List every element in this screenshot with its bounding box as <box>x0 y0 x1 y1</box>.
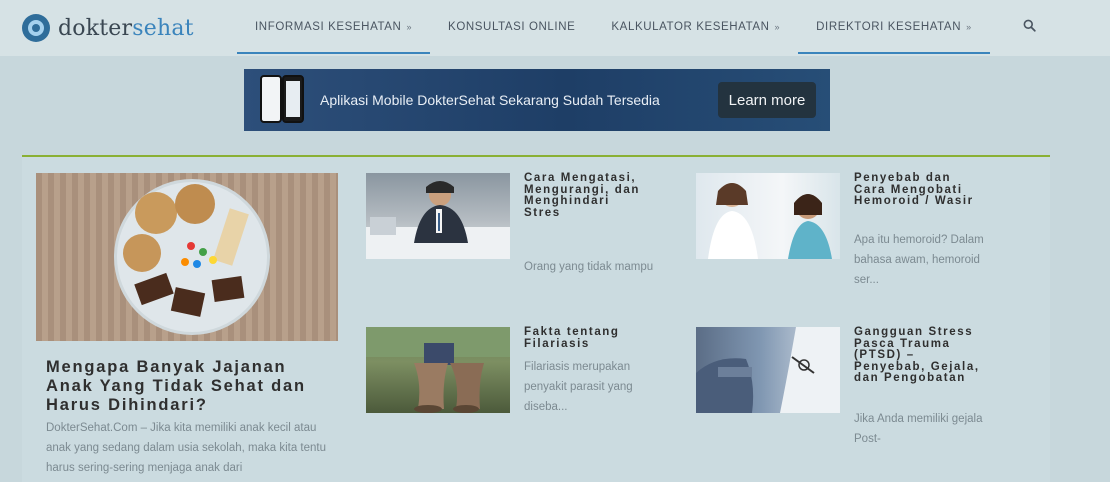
candy <box>209 256 217 264</box>
nav-konsultasi-online[interactable]: KONSULTASI ONLINE <box>430 0 593 54</box>
article-title-ptsd[interactable]: Gangguan Stress Pasca Trauma (PTSD) – Pe… <box>854 326 986 385</box>
nav-kalkulator-kesehatan[interactable]: KALKULATOR KESEHATAN » <box>593 0 798 54</box>
featured-article-image[interactable] <box>36 173 338 341</box>
candy <box>181 258 189 266</box>
article-excerpt-hemoroid: Apa itu hemoroid? Dalam bahasa awam, hem… <box>854 234 984 286</box>
swollen-legs-illustration <box>366 327 510 413</box>
article-excerpt-stres: Orang yang tidak mampu <box>524 261 654 273</box>
search-icon <box>1023 19 1036 32</box>
article-title-filariasis[interactable]: Fakta tentang Filariasis <box>524 326 644 350</box>
article-excerpt-filariasis: Filariasis merupakan penyakit parasit ya… <box>524 361 633 413</box>
article-image-stres[interactable] <box>366 173 510 259</box>
featured-article-excerpt: DokterSehat.Com – Jika kita memiliki ana… <box>46 422 327 474</box>
chocolate-piece <box>211 276 245 302</box>
mobile-app-banner[interactable]: Aplikasi Mobile DokterSehat Sekarang Sud… <box>244 69 830 131</box>
top-navigation-bar: doktersehat INFORMASI KESEHATAN » KONSUL… <box>0 0 1110 56</box>
article-image-ptsd[interactable] <box>696 327 840 413</box>
brand-name-part2: sehat <box>132 15 194 41</box>
article-image-hemoroid[interactable] <box>696 173 840 259</box>
phone-screen-1 <box>260 75 282 123</box>
banner-text: Aplikasi Mobile DokterSehat Sekarang Sud… <box>320 92 660 108</box>
search-button[interactable] <box>1020 16 1038 34</box>
article-title-stres[interactable]: Cara Mengatasi, Mengurangi, dan Menghind… <box>524 172 644 219</box>
candy <box>199 248 207 256</box>
articles-section: Mengapa Banyak Jajanan Anak Yang Tidak S… <box>22 155 1050 482</box>
snack-plate <box>114 179 270 335</box>
article-excerpt-ptsd: Jika Anda memiliki gejala Post- <box>854 413 983 445</box>
main-nav: INFORMASI KESEHATAN » KONSULTASI ONLINE … <box>237 0 990 54</box>
stressed-man-illustration <box>366 181 510 259</box>
phone-screen-2 <box>282 75 304 123</box>
featured-article-title[interactable]: Mengapa Banyak Jajanan Anak Yang Tidak S… <box>46 358 316 415</box>
chocolate-piece <box>134 272 174 306</box>
brand-name-part1: dokter <box>58 15 133 41</box>
article-image-filariasis[interactable] <box>366 327 510 413</box>
chocolate-piece <box>170 287 206 317</box>
nav-kalkulator-kesehatan-label: KALKULATOR KESEHATAN <box>611 21 770 33</box>
cookie <box>175 184 215 224</box>
candy <box>193 260 201 268</box>
granola-bar <box>213 208 249 266</box>
chevron-down-icon: » <box>966 22 972 32</box>
site-logo-text: doktersehat <box>58 16 194 41</box>
nav-konsultasi-online-label: KONSULTASI ONLINE <box>448 21 576 33</box>
nav-direktori-kesehatan-label: DIREKTORI KESEHATAN <box>816 21 962 33</box>
cookie <box>123 234 161 272</box>
candy <box>187 242 195 250</box>
nav-informasi-kesehatan[interactable]: INFORMASI KESEHATAN » <box>237 0 431 54</box>
cookie <box>135 192 177 234</box>
phone-mockup-image <box>258 71 314 129</box>
article-title-hemoroid[interactable]: Penyebab dan Cara Mengobati Hemoroid / W… <box>854 172 984 208</box>
therapy-session-illustration <box>696 327 840 413</box>
chevron-down-icon: » <box>406 22 413 32</box>
nav-direktori-kesehatan[interactable]: DIREKTORI KESEHATAN » <box>798 0 990 54</box>
learn-more-button[interactable]: Learn more <box>718 82 816 118</box>
chevron-down-icon: » <box>774 22 781 32</box>
doctor-patient-illustration <box>708 183 832 259</box>
doktersehat-logo-icon <box>22 14 50 42</box>
site-logo[interactable]: doktersehat <box>22 12 194 44</box>
nav-informasi-kesehatan-label: INFORMASI KESEHATAN <box>255 21 402 33</box>
